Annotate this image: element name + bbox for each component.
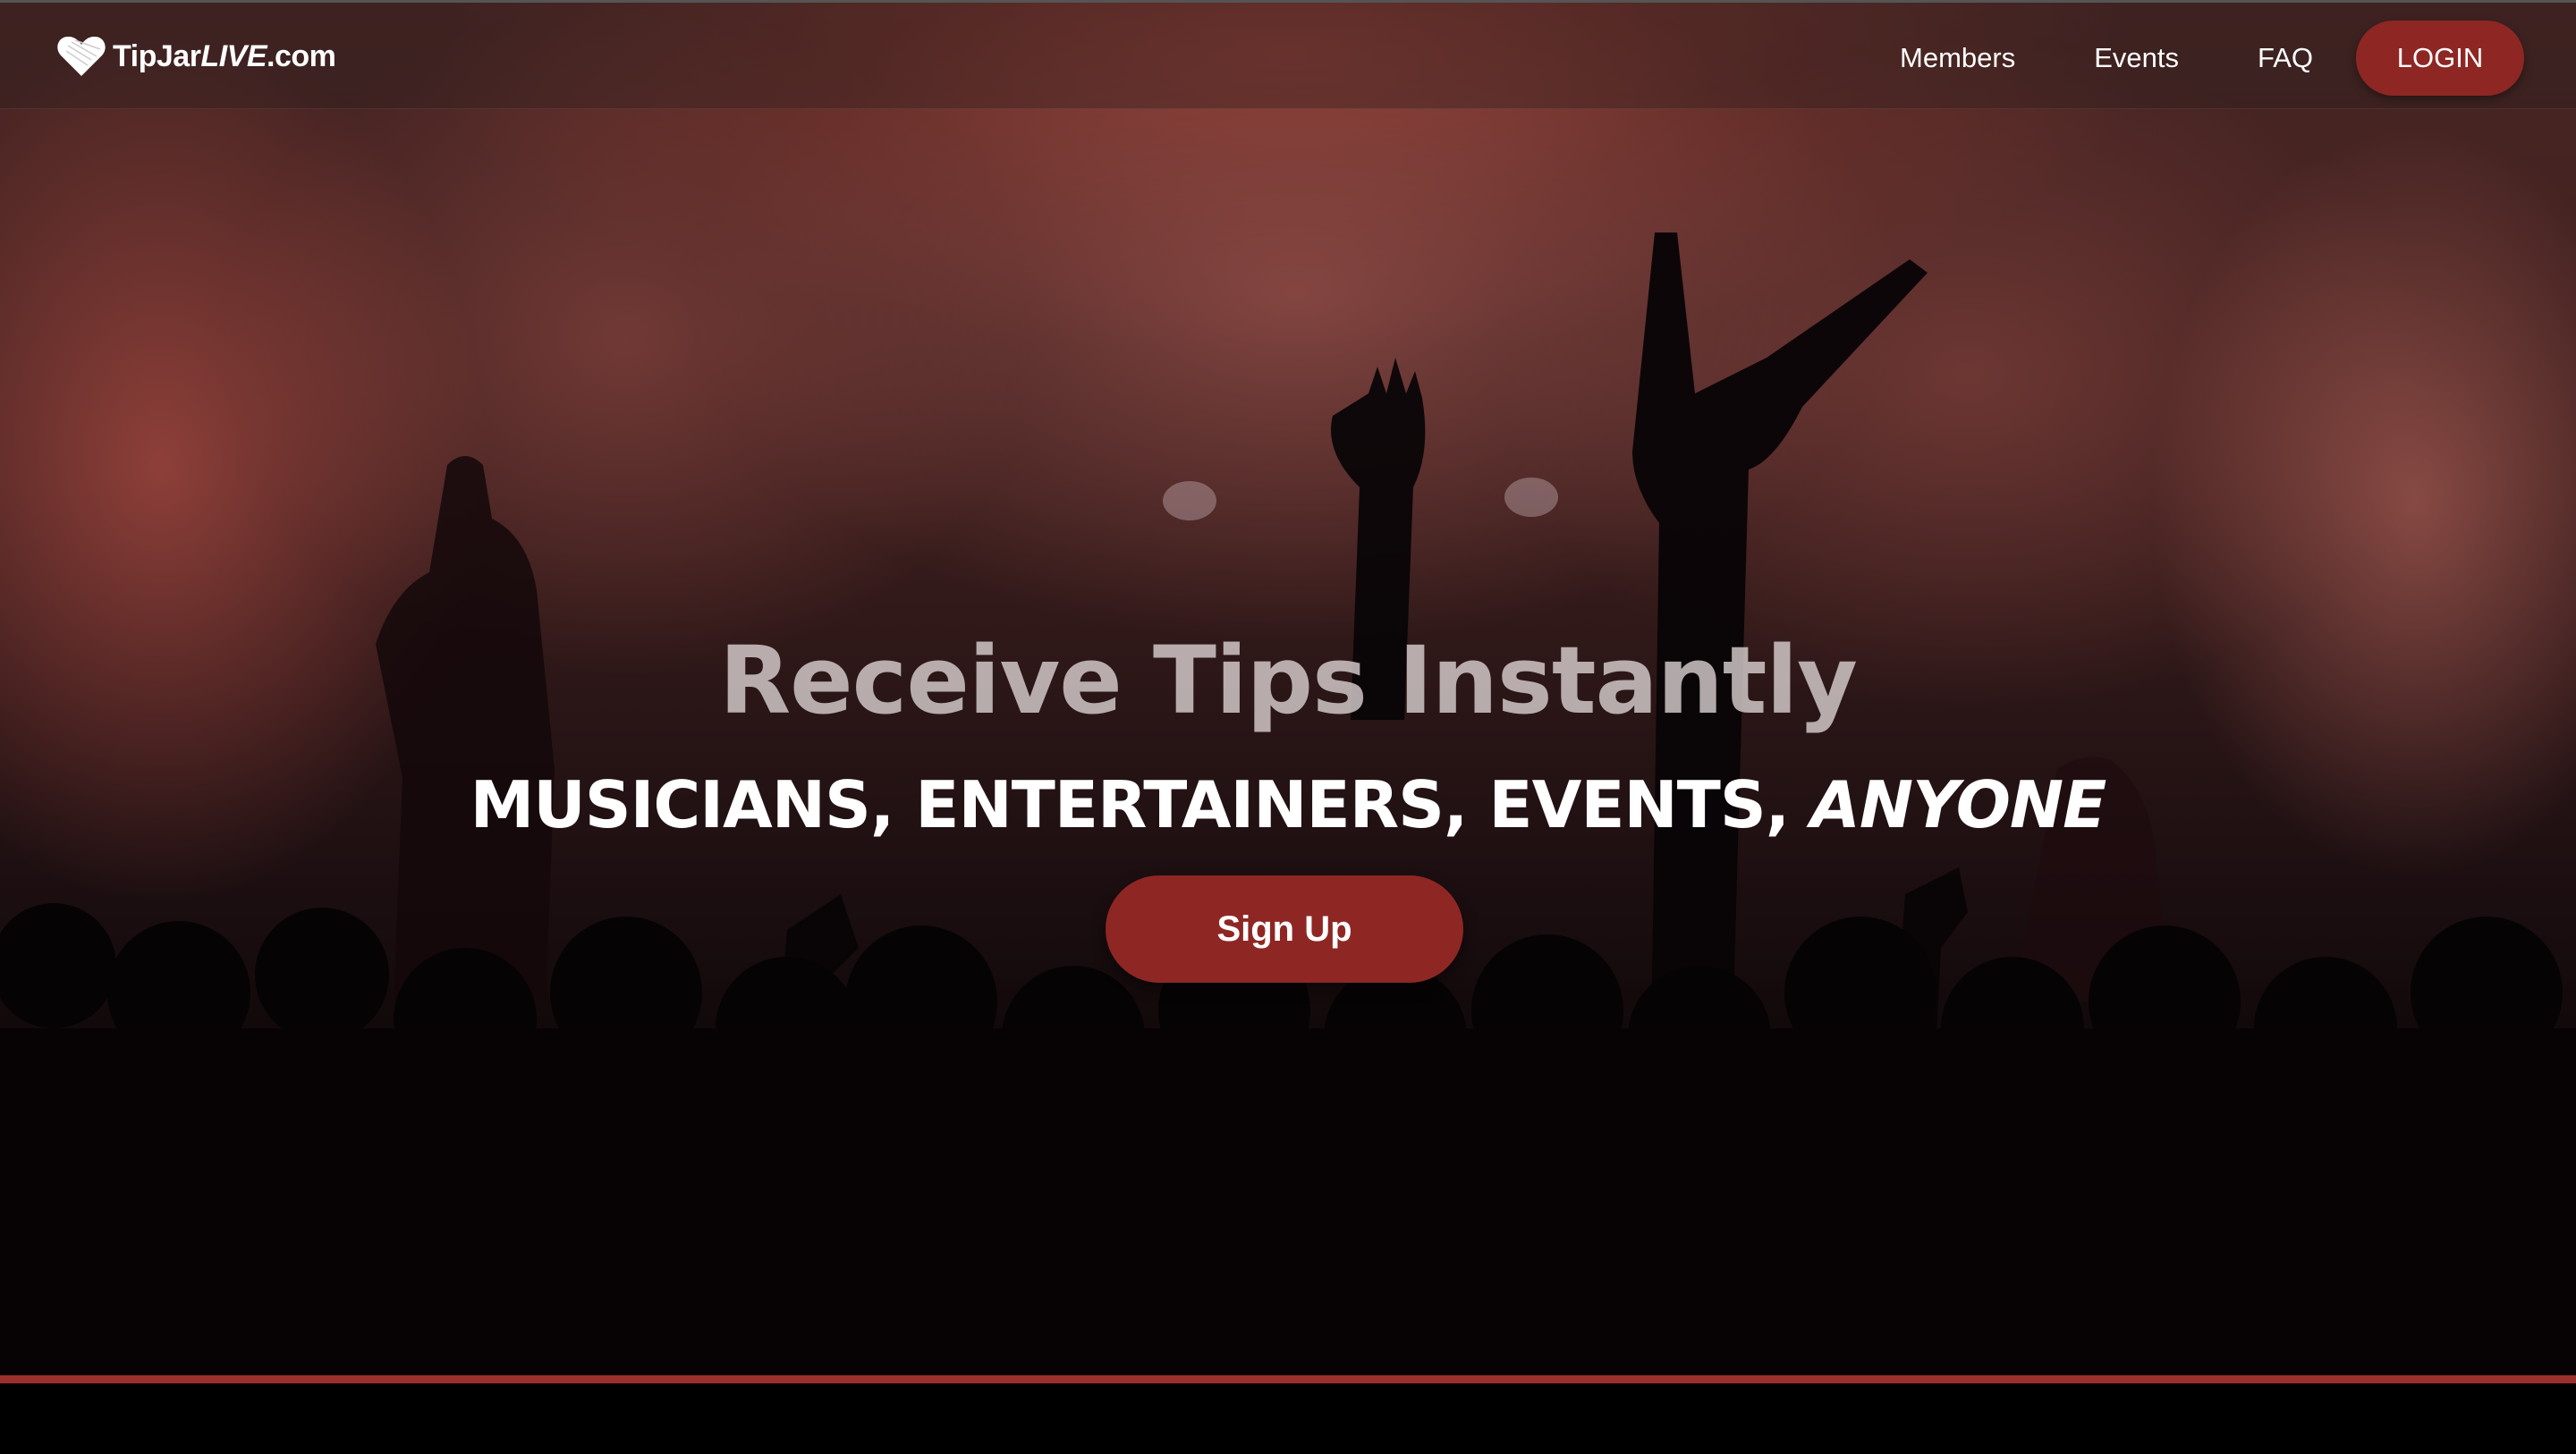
nav-item-events[interactable]: Events — [2094, 42, 2179, 74]
heart-icon — [57, 36, 106, 76]
hero-headline: Receive Tips Instantly — [719, 626, 1858, 735]
nav-links: Members Events FAQ LOGIN — [1900, 21, 2524, 96]
footer-bar — [0, 1383, 2576, 1454]
subheadline-emphasis: ANYONE — [1810, 767, 2106, 842]
subheadline-main: MUSICIANS, ENTERTAINERS, EVENTS, — [470, 767, 1811, 842]
top-navbar: TipJarLIVE.com Members Events FAQ LOGIN — [0, 0, 2576, 109]
nav-item-members[interactable]: Members — [1900, 42, 2015, 74]
hero-subheadline: MUSICIANS, ENTERTAINERS, EVENTS, ANYONE — [0, 767, 2576, 842]
nav-item-faq[interactable]: FAQ — [2258, 42, 2313, 74]
accent-divider — [0, 1375, 2576, 1383]
landing-page: TipJarLIVE.com Members Events FAQ LOGIN … — [0, 0, 2576, 1454]
brand-name: TipJarLIVE.com — [113, 38, 336, 73]
brand-logo[interactable]: TipJarLIVE.com — [55, 33, 336, 80]
signup-button[interactable]: Sign Up — [1106, 875, 1463, 983]
login-button[interactable]: LOGIN — [2356, 21, 2524, 96]
